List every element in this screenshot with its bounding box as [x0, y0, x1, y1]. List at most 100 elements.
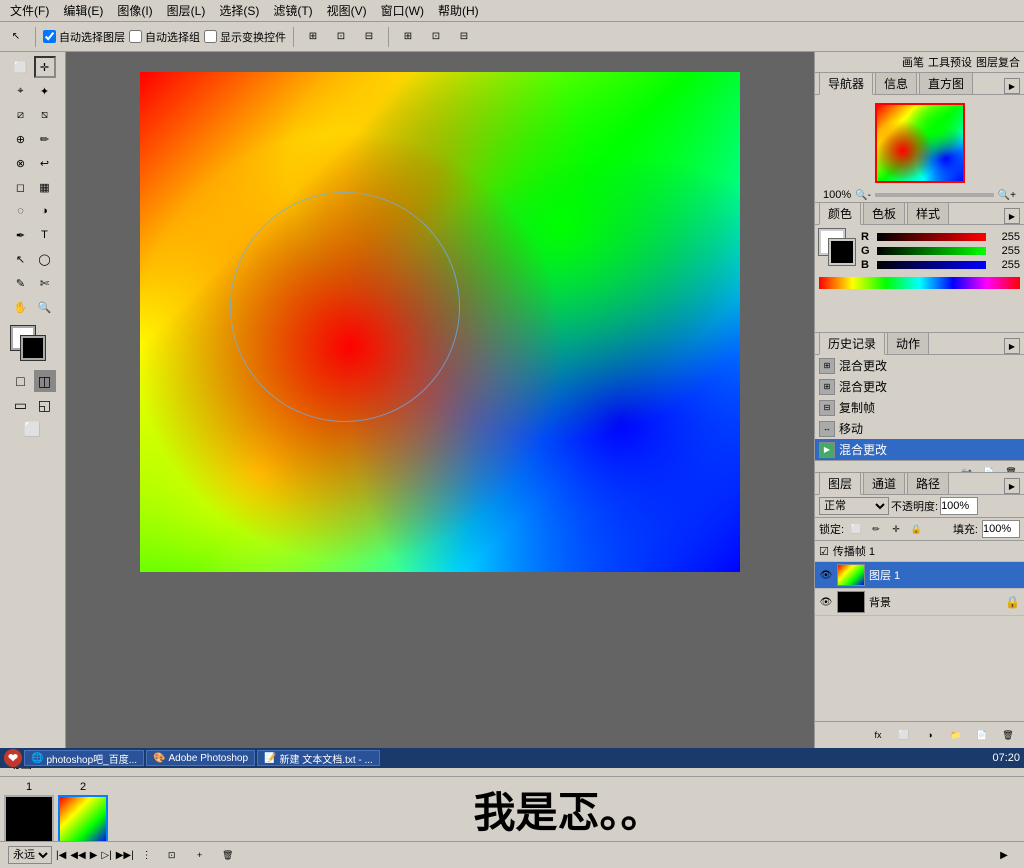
history-create-new[interactable]: 📄 — [980, 463, 998, 473]
anim-more-options[interactable]: ⋮ — [142, 850, 152, 861]
tool-lasso[interactable]: ⌖ — [10, 80, 32, 102]
frame-thumb-1[interactable] — [4, 795, 54, 841]
tool-hand[interactable]: ✋ — [10, 296, 32, 318]
tab-styles[interactable]: 样式 — [907, 202, 949, 224]
layer-comp-btn[interactable]: 图层复合 — [976, 54, 1020, 70]
tool-pen[interactable]: ✒ — [10, 224, 32, 246]
color-options[interactable]: ▶ — [1004, 208, 1020, 224]
anim-next-frame[interactable]: ▶▶| — [116, 850, 134, 861]
tool-brush[interactable]: ✏ — [34, 128, 56, 150]
tab-swatches[interactable]: 色板 — [863, 202, 905, 224]
anim-frame-1[interactable]: 1 0 秒▼ — [4, 781, 54, 841]
tool-healing[interactable]: ⊕ — [10, 128, 32, 150]
tool-dodge[interactable]: ◑ — [34, 200, 56, 222]
zoom-in-icon[interactable]: 🔍+ — [998, 190, 1016, 201]
tab-actions[interactable]: 动作 — [887, 333, 929, 354]
history-delete[interactable]: 🗑 — [1002, 463, 1020, 473]
tab-navigator[interactable]: 导航器 — [819, 72, 873, 95]
menu-view[interactable]: 视图(V) — [321, 0, 373, 21]
menu-window[interactable]: 窗口(W) — [375, 0, 430, 21]
lock-move[interactable]: ✛ — [888, 521, 904, 537]
screen-mode1[interactable]: ▭ — [10, 394, 32, 416]
tool-eyedropper[interactable]: ✄ — [34, 272, 56, 294]
distribute-btn1[interactable]: ⊞ — [396, 26, 420, 48]
tool-notes[interactable]: ✎ — [10, 272, 32, 294]
r-slider[interactable] — [877, 233, 986, 241]
layer-eye-bg[interactable]: 👁 — [819, 595, 833, 609]
auto-select-group-check[interactable]: 自动选择组 — [129, 29, 200, 45]
menu-filter[interactable]: 滤镜(T) — [267, 0, 318, 21]
taskbar-photoshop[interactable]: 🎨 Adobe Photoshop — [146, 750, 255, 766]
history-new-snap[interactable]: 📷 — [958, 463, 976, 473]
anim-add-frame[interactable]: + — [188, 844, 212, 866]
bg-swatch[interactable] — [829, 239, 855, 265]
start-button[interactable]: ❤ — [4, 749, 22, 767]
menu-edit[interactable]: 编辑(E) — [57, 0, 109, 21]
screen-mode2[interactable]: ◱ — [34, 394, 56, 416]
tool-eraser[interactable]: ◻ — [10, 176, 32, 198]
history-options[interactable]: ▶ — [1004, 338, 1020, 354]
blend-mode-select[interactable]: 正常 — [819, 497, 889, 515]
tool-clone[interactable]: ⊗ — [10, 152, 32, 174]
move-tool-options[interactable]: ↖ — [4, 26, 28, 48]
align-btn2[interactable]: ⊡ — [329, 26, 353, 48]
tool-blur[interactable]: ◌ — [10, 200, 32, 222]
tab-color[interactable]: 颜色 — [819, 202, 861, 225]
quick-mask-off[interactable]: □ — [10, 370, 32, 392]
anim-del-frame[interactable]: 🗑 — [216, 844, 240, 866]
align-btn1[interactable]: ⊞ — [301, 26, 325, 48]
anim-frame-2[interactable]: 2 0 秒▼ — [58, 781, 108, 841]
lock-all[interactable]: 🔒 — [908, 521, 924, 537]
main-canvas[interactable] — [140, 72, 740, 572]
layer-eye-1[interactable]: 👁 — [819, 568, 833, 582]
g-slider[interactable] — [877, 247, 986, 255]
b-slider[interactable] — [877, 261, 986, 269]
propagate-checkbox[interactable]: ☑ — [819, 545, 829, 558]
history-item-1[interactable]: ⊞ 混合更改 — [815, 355, 1024, 376]
auto-select-layer-check[interactable]: 自动选择图层 — [43, 29, 125, 45]
tool-marquee[interactable]: ⬜ — [10, 56, 32, 78]
history-item-5[interactable]: ▶ 混合更改 — [815, 439, 1024, 460]
anim-tween[interactable]: ⊡ — [160, 844, 184, 866]
history-item-2[interactable]: ⊞ 混合更改 — [815, 376, 1024, 397]
opacity-input[interactable] — [940, 497, 978, 515]
menu-help[interactable]: 帮助(H) — [432, 0, 485, 21]
tab-paths[interactable]: 路径 — [907, 472, 949, 494]
tool-magic-wand[interactable]: ✦ — [34, 80, 56, 102]
brush-preset-btn[interactable]: 画笔 — [902, 54, 924, 70]
zoom-slider[interactable] — [875, 193, 994, 197]
tool-preset-btn[interactable]: 工具预设 — [928, 54, 972, 70]
anim-play[interactable]: ▶ — [90, 850, 98, 861]
layers-options[interactable]: ▶ — [1004, 478, 1020, 494]
layer-del-btn[interactable]: 🗑 — [996, 724, 1020, 746]
tool-path-select[interactable]: ↖ — [10, 248, 32, 270]
frame-thumb-2[interactable] — [58, 795, 108, 841]
layer-item-bg[interactable]: 👁 背景 🔒 — [815, 589, 1024, 616]
layer-new-btn[interactable]: 📄 — [970, 724, 994, 746]
taskbar-notepad[interactable]: 📝 新建 文本文档.txt - ... — [257, 750, 380, 766]
full-color-gradient[interactable] — [819, 277, 1020, 289]
tool-gradient[interactable]: ▦ — [34, 176, 56, 198]
history-item-3[interactable]: ⊟ 复制帧 — [815, 397, 1024, 418]
menu-layer[interactable]: 图层(L) — [161, 0, 212, 21]
history-item-4[interactable]: ↔ 移动 — [815, 418, 1024, 439]
layer-group-btn[interactable]: 📁 — [944, 724, 968, 746]
tool-text[interactable]: T — [34, 224, 56, 246]
zoom-out-icon[interactable]: 🔍- — [855, 190, 871, 201]
tab-channels[interactable]: 通道 — [863, 472, 905, 494]
anim-play-once[interactable]: ▷| — [101, 850, 111, 861]
align-btn3[interactable]: ⊟ — [357, 26, 381, 48]
tool-crop[interactable]: ⧄ — [10, 104, 32, 126]
background-color[interactable] — [21, 336, 45, 360]
anim-prev-frame[interactable]: ◀◀ — [70, 850, 85, 861]
show-transform-check[interactable]: 显示变换控件 — [204, 29, 286, 45]
menu-file[interactable]: 文件(F) — [4, 0, 55, 21]
fill-input[interactable] — [982, 520, 1020, 538]
lock-transparent[interactable]: ⬜ — [848, 521, 864, 537]
layer-adj-btn[interactable]: ◑ — [918, 724, 942, 746]
distribute-btn3[interactable]: ⊟ — [452, 26, 476, 48]
menu-image[interactable]: 图像(I) — [111, 0, 158, 21]
distribute-btn2[interactable]: ⊡ — [424, 26, 448, 48]
tool-history-brush[interactable]: ↩ — [34, 152, 56, 174]
tab-histogram[interactable]: 直方图 — [919, 72, 973, 94]
